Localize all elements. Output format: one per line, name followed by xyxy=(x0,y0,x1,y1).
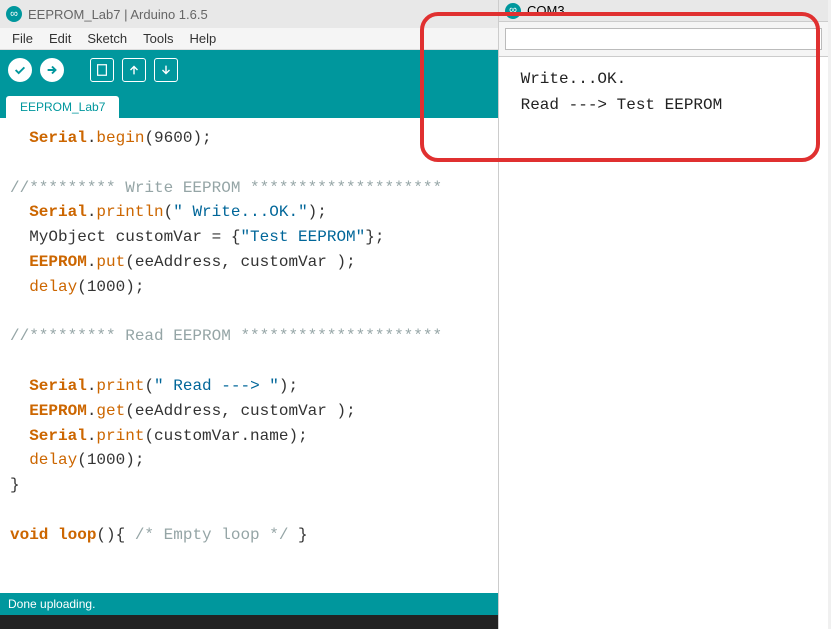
toolbar xyxy=(0,50,498,90)
code-token xyxy=(48,526,58,544)
code-token: (1000); xyxy=(77,278,144,296)
code-token: println xyxy=(96,203,163,221)
tab-sketch[interactable]: EEPROM_Lab7 xyxy=(6,96,119,118)
serial-output: Write...OK. Read ---> Test EEPROM xyxy=(499,57,828,128)
open-sketch-button[interactable] xyxy=(122,58,146,82)
code-token: ( xyxy=(164,203,174,221)
arduino-logo-icon xyxy=(6,6,22,22)
code-comment: /* Empty loop */ xyxy=(135,526,289,544)
code-token: loop xyxy=(58,526,96,544)
code-token: EEPROM xyxy=(29,253,87,271)
code-token: Serial xyxy=(29,427,87,445)
code-token: begin xyxy=(96,129,144,147)
code-token: } xyxy=(288,526,307,544)
tabbar: EEPROM_Lab7 xyxy=(0,90,498,118)
menubar: File Edit Sketch Tools Help xyxy=(0,28,498,50)
serial-title: COM3 xyxy=(527,3,565,18)
code-token: print xyxy=(96,427,144,445)
code-token: get xyxy=(96,402,125,420)
save-sketch-button[interactable] xyxy=(154,58,178,82)
code-editor[interactable]: Serial.begin(9600); //********* Write EE… xyxy=(0,118,498,593)
menu-file[interactable]: File xyxy=(4,29,41,48)
file-icon xyxy=(95,63,109,77)
code-token: } xyxy=(10,476,20,494)
code-token: EEPROM xyxy=(29,402,87,420)
code-token: (customVar.name); xyxy=(144,427,307,445)
code-string: "Test EEPROM" xyxy=(240,228,365,246)
code-token: . xyxy=(87,253,97,271)
menu-edit[interactable]: Edit xyxy=(41,29,79,48)
code-token: (eeAddress, customVar ); xyxy=(125,253,355,271)
code-token: delay xyxy=(29,451,77,469)
code-token: (){ xyxy=(96,526,134,544)
code-token: MyObject customVar = { xyxy=(10,228,240,246)
code-comment: //********* Read EEPROM ****************… xyxy=(10,327,442,345)
code-token: put xyxy=(96,253,125,271)
code-token: . xyxy=(87,427,97,445)
code-token: }; xyxy=(365,228,384,246)
serial-line: Write...OK. xyxy=(511,70,626,88)
window-titlebar: EEPROM_Lab7 | Arduino 1.6.5 xyxy=(0,0,498,28)
code-token: Serial xyxy=(29,377,87,395)
code-string: " Read ---> " xyxy=(154,377,279,395)
window-title: EEPROM_Lab7 | Arduino 1.6.5 xyxy=(28,7,208,22)
code-token: . xyxy=(87,129,97,147)
serial-input-row xyxy=(499,22,828,57)
check-icon xyxy=(13,63,27,77)
code-token: . xyxy=(87,402,97,420)
console-output xyxy=(0,615,498,629)
code-token: (eeAddress, customVar ); xyxy=(125,402,355,420)
verify-button[interactable] xyxy=(6,56,34,84)
code-token: Serial xyxy=(29,129,87,147)
code-token: ); xyxy=(279,377,298,395)
arrow-right-icon xyxy=(45,63,59,77)
code-token: . xyxy=(87,203,97,221)
serial-line: Read ---> Test EEPROM xyxy=(511,96,722,114)
code-token: delay xyxy=(29,278,77,296)
serial-send-input[interactable] xyxy=(505,28,822,50)
upload-button[interactable] xyxy=(38,56,66,84)
serial-monitor-window: COM3 Write...OK. Read ---> Test EEPROM xyxy=(498,0,828,629)
code-token: (1000); xyxy=(77,451,144,469)
new-sketch-button[interactable] xyxy=(90,58,114,82)
code-token: void xyxy=(10,526,48,544)
menu-help[interactable]: Help xyxy=(181,29,224,48)
arduino-logo-icon xyxy=(505,3,521,19)
arrow-down-icon xyxy=(159,63,173,77)
arrow-up-icon xyxy=(127,63,141,77)
code-token: (9600); xyxy=(144,129,211,147)
status-text: Done uploading. xyxy=(8,597,95,611)
code-token: . xyxy=(87,377,97,395)
serial-titlebar: COM3 xyxy=(499,0,828,22)
menu-tools[interactable]: Tools xyxy=(135,29,181,48)
code-token: Serial xyxy=(29,203,87,221)
code-token: ); xyxy=(308,203,327,221)
code-token: ( xyxy=(144,377,154,395)
statusbar: Done uploading. xyxy=(0,593,498,615)
menu-sketch[interactable]: Sketch xyxy=(79,29,135,48)
arduino-ide-window: EEPROM_Lab7 | Arduino 1.6.5 File Edit Sk… xyxy=(0,0,498,629)
code-comment: //********* Write EEPROM ***************… xyxy=(10,179,442,197)
code-string: " Write...OK." xyxy=(173,203,307,221)
code-token: print xyxy=(96,377,144,395)
